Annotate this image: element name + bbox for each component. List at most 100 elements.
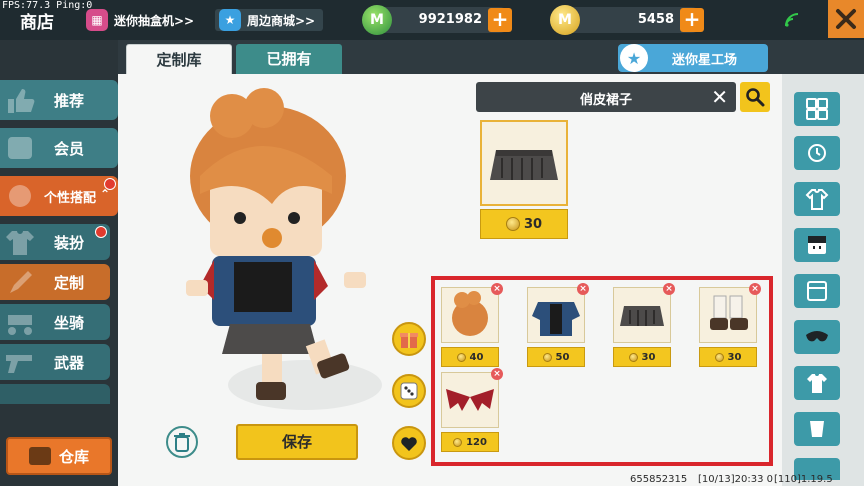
result-price-tag: 30 [480, 209, 568, 239]
outfit-slot-shoes[interactable]: × 30 [699, 283, 761, 369]
currency-gold-value: 5458 [637, 12, 674, 27]
coin-icon [453, 437, 463, 447]
coin-icon [505, 217, 520, 231]
remove-item-button[interactable]: × [491, 368, 503, 380]
slot-price: 120 [466, 436, 487, 448]
outfit-slot-jacket[interactable]: × 50 [527, 283, 589, 369]
sidebar-item-style[interactable]: 个性搭配 ⌃ [0, 176, 118, 216]
currency-green: M 9921982 + [362, 5, 512, 35]
mask-icon [806, 331, 828, 342]
workshop-label: 迷你星工场 [672, 52, 738, 68]
face-icon [808, 236, 826, 254]
close-icon [836, 9, 856, 29]
server-time: [10/13]20:33 0 [698, 474, 773, 485]
top-bar: FPS:77.3 Ping:0 商店 ▦ 迷你抽盒机>> ★ 周边商城>> M … [0, 0, 864, 40]
remove-item-button[interactable]: × [663, 283, 675, 295]
blindbox-link-label: 迷你抽盒机>> [114, 13, 195, 28]
sidebar-item-label: 坐骑 [54, 313, 85, 332]
currency-green-value: 9921982 [418, 12, 482, 27]
category-back-button[interactable] [794, 412, 840, 446]
green-coin-letter: M [370, 12, 384, 28]
favorite-button[interactable] [392, 426, 426, 460]
outfit-slot-skirt[interactable]: × 30 [613, 283, 675, 369]
coin-icon [456, 352, 466, 362]
slot-price-tag: 30 [613, 347, 671, 367]
sidebar-item-recommend[interactable]: 推荐 [0, 80, 118, 120]
slot-price-tag: 120 [441, 432, 499, 452]
member-badge-icon [2, 133, 38, 163]
hair-thumbnail [441, 287, 499, 343]
currency-gold: M 5458 + [550, 5, 704, 35]
category-recent-button[interactable] [794, 136, 840, 170]
category-top-button[interactable] [794, 366, 840, 400]
notification-dot [95, 226, 107, 238]
slot-price-tag: 30 [699, 347, 757, 367]
palette-icon [2, 181, 38, 211]
coin-icon [542, 352, 552, 362]
slot-price: 30 [641, 351, 656, 363]
skirt-thumbnail [613, 287, 671, 343]
outfit-icon [805, 189, 829, 210]
remove-item-button[interactable]: × [577, 283, 589, 295]
jacket-thumbnail [527, 287, 585, 343]
wings-thumbnail [441, 372, 499, 428]
sidebar-item-custom[interactable]: 定制 [0, 264, 110, 300]
remove-item-button[interactable]: × [749, 283, 761, 295]
category-expression-button[interactable] [794, 274, 840, 308]
sidebar-item-member[interactable]: 会员 [0, 128, 118, 168]
user-id: 655852315 [630, 474, 688, 485]
sidebar-item-dressup[interactable]: 装扮 [0, 224, 110, 260]
remove-item-button[interactable]: × [491, 283, 503, 295]
save-button[interactable]: 保存 [236, 424, 358, 460]
gun-icon [2, 347, 38, 377]
clear-search-icon[interactable]: ✕ [711, 85, 728, 109]
version-label: [110]1.19.5 [774, 474, 833, 485]
history-icon [808, 144, 826, 162]
search-input[interactable]: 俏皮裙子 ✕ [476, 82, 736, 112]
category-face-button[interactable] [794, 228, 840, 262]
grid-icon [806, 98, 828, 120]
tab-owned[interactable]: 已拥有 [236, 44, 342, 74]
delete-button[interactable] [166, 426, 198, 458]
trash-icon [174, 433, 190, 452]
signal-icon [784, 12, 800, 28]
search-button[interactable] [740, 82, 770, 112]
add-green-currency-button[interactable]: + [488, 8, 512, 32]
character-preview[interactable] [160, 86, 400, 406]
heart-icon [401, 437, 417, 451]
chest-icon [28, 447, 51, 465]
workshop-button[interactable]: ★ 迷你星工场 [618, 44, 768, 72]
gift-machine-icon: ▦ [86, 9, 108, 31]
random-dice-button[interactable] [392, 374, 426, 408]
merch-link[interactable]: ★ 周边商城>> [215, 9, 324, 31]
close-button[interactable] [828, 0, 864, 38]
blindbox-link[interactable]: ▦ 迷你抽盒机>> [82, 9, 202, 31]
sidebar-item-label: 定制 [54, 273, 85, 292]
sidebar-item-mount[interactable]: 坐骑 [0, 304, 110, 340]
stroller-icon [2, 307, 38, 337]
category-suit-button[interactable] [794, 182, 840, 216]
gift-box-button[interactable] [392, 322, 426, 356]
gift-box-icon [400, 333, 418, 348]
storage-button[interactable]: 仓库 [6, 437, 112, 475]
shoes-thumbnail [699, 287, 757, 343]
search-result-card[interactable]: 30 [480, 120, 568, 240]
shopping-bag-icon: ★ [219, 9, 241, 31]
add-gold-currency-button[interactable]: + [680, 8, 704, 32]
category-mask-button[interactable] [794, 320, 840, 354]
thumbs-up-icon [2, 85, 38, 115]
dice-icon [400, 382, 418, 400]
tab-custom-library[interactable]: 定制库 [126, 44, 232, 74]
category-all-button[interactable] [794, 92, 840, 126]
sidebar-item-weapon[interactable]: 武器 [0, 344, 110, 380]
gold-coin-letter: M [558, 12, 572, 28]
outfit-slot-wings[interactable]: × 120 [441, 368, 503, 454]
sidebar-item-partial[interactable] [0, 384, 110, 404]
notification-dot [104, 178, 116, 190]
outfit-slot-hair[interactable]: × 40 [441, 283, 503, 369]
cape-icon [810, 421, 824, 437]
coin-icon [714, 352, 724, 362]
search-value: 俏皮裙子 [579, 93, 632, 108]
coin-icon [628, 352, 638, 362]
shirt-icon [807, 374, 827, 393]
